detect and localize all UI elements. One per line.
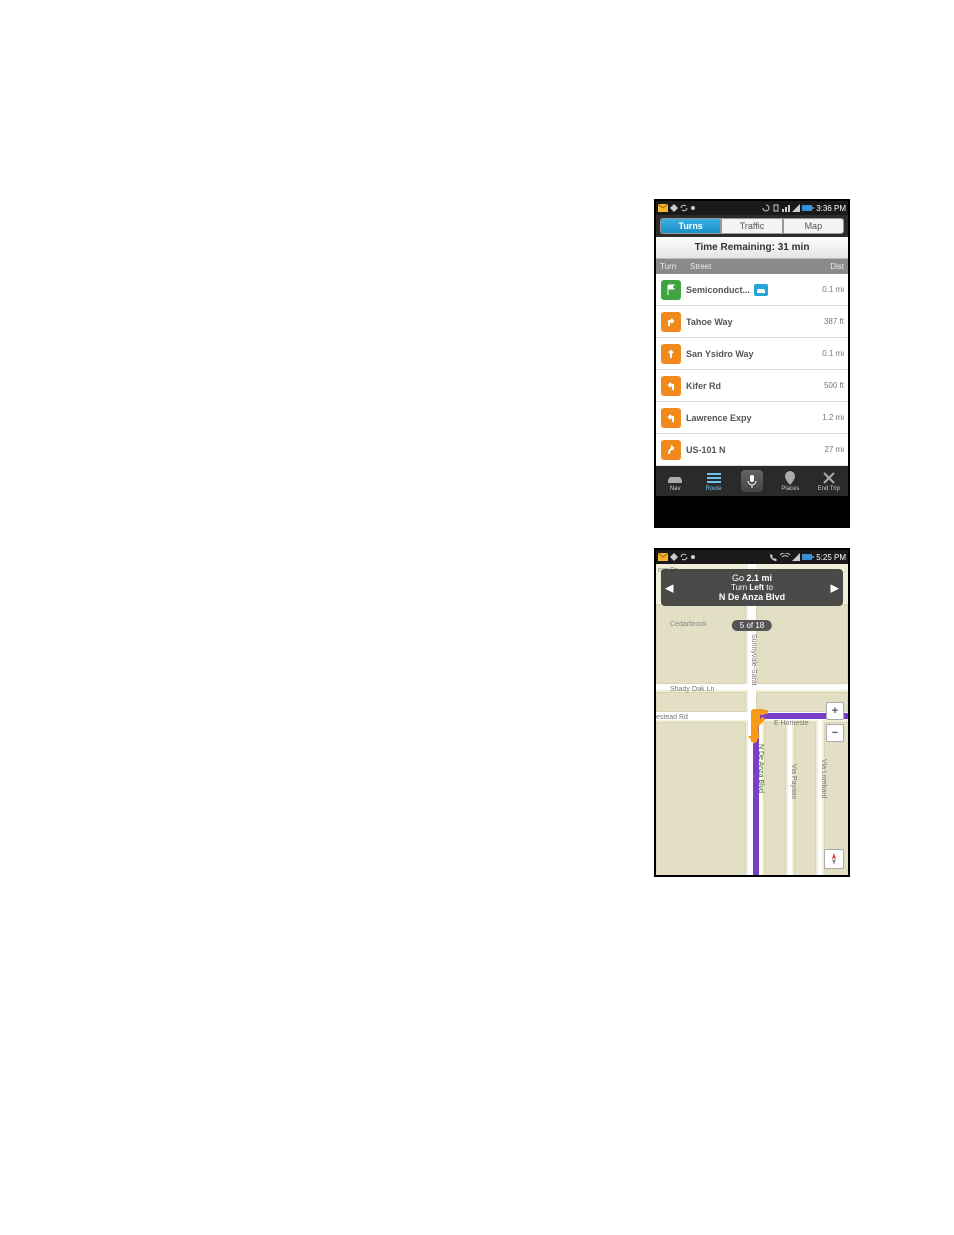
view-tabs: Turns Traffic Map bbox=[656, 215, 848, 237]
map-label: E Homeste bbox=[774, 720, 809, 727]
map-label: N De Anza Blvd bbox=[757, 744, 764, 793]
tab-traffic[interactable]: Traffic bbox=[721, 218, 782, 234]
voice-button[interactable] bbox=[741, 470, 763, 492]
col-street: Street bbox=[690, 262, 810, 271]
turn-street: Semiconduct... bbox=[686, 285, 750, 295]
straight-icon bbox=[661, 344, 681, 364]
map-block bbox=[656, 692, 746, 712]
map-label: Cedarbrook bbox=[670, 621, 707, 628]
instruction-line2: Turn Left to bbox=[677, 583, 827, 592]
turn-row[interactable]: US-101 N 27 mi bbox=[656, 434, 848, 466]
battery-icon bbox=[802, 204, 814, 212]
vibrate-icon bbox=[772, 204, 780, 212]
col-dist: Dist bbox=[810, 262, 844, 271]
turn-arrow-icon bbox=[746, 706, 768, 746]
route-button[interactable]: Route bbox=[705, 471, 723, 492]
col-turn: Turn bbox=[660, 262, 690, 271]
map-label: Via Lombard bbox=[820, 759, 827, 799]
turn-street: San Ysidro Way bbox=[686, 349, 754, 359]
close-icon bbox=[820, 471, 838, 485]
diamond-icon bbox=[670, 204, 678, 212]
map-block bbox=[794, 722, 816, 875]
turn-dist: 1.2 mi bbox=[810, 413, 844, 422]
mic-icon bbox=[741, 470, 763, 492]
sync-icon bbox=[680, 553, 688, 561]
car-icon bbox=[666, 471, 684, 485]
tab-turns[interactable]: Turns bbox=[660, 218, 721, 234]
map-label: Shady Oak Ln bbox=[670, 686, 714, 693]
car-icon bbox=[754, 284, 768, 296]
bear-right-icon bbox=[661, 440, 681, 460]
turn-dist: 0.1 mi bbox=[810, 285, 844, 294]
instruction-line3: N De Anza Blvd bbox=[677, 592, 827, 602]
map-block bbox=[756, 604, 848, 684]
places-label: Places bbox=[781, 486, 799, 492]
signal-icon bbox=[792, 204, 800, 212]
turn-street: Tahoe Way bbox=[686, 317, 733, 327]
compass-icon bbox=[827, 852, 841, 866]
turn-instruction-card[interactable]: ◀ ▶ Go 2.1 mi Turn Left to N De Anza Blv… bbox=[661, 569, 843, 606]
turn-dist: 500 ft bbox=[810, 381, 844, 390]
map-label: estead Rd bbox=[656, 714, 688, 721]
status-bar: 5:25 PM bbox=[656, 550, 848, 564]
compass-button[interactable] bbox=[824, 849, 844, 869]
status-bar: 3:36 PM bbox=[656, 201, 848, 215]
map-block bbox=[656, 722, 746, 875]
mail-icon bbox=[658, 204, 668, 212]
end-label: End Trip bbox=[818, 486, 840, 492]
map-canvas[interactable]: ner Dr Shady Oak Ln estead Rd E Homeste … bbox=[656, 564, 848, 875]
sync-icon bbox=[680, 204, 688, 212]
turn-dist: 387 ft bbox=[810, 317, 844, 326]
turn-list: Semiconduct... 0.1 mi Tahoe Way 387 ft S… bbox=[656, 274, 848, 466]
dot-icon bbox=[690, 554, 696, 560]
turn-street: Kifer Rd bbox=[686, 381, 721, 391]
status-time: 5:25 PM bbox=[816, 553, 846, 562]
route-label: Route bbox=[706, 486, 722, 492]
signal-icon bbox=[792, 553, 800, 561]
next-step-button[interactable]: ▶ bbox=[831, 581, 839, 594]
time-remaining-bar: Time Remaining: 31 min bbox=[656, 237, 848, 259]
turn-street: Lawrence Expy bbox=[686, 413, 752, 423]
diamond-icon bbox=[670, 553, 678, 561]
turn-row[interactable]: Tahoe Way 387 ft bbox=[656, 306, 848, 338]
end-trip-button[interactable]: End Trip bbox=[818, 471, 840, 492]
places-button[interactable]: Places bbox=[781, 471, 799, 492]
turn-row[interactable]: Semiconduct... 0.1 mi bbox=[656, 274, 848, 306]
nav-label: Nav bbox=[670, 486, 681, 492]
network-icon bbox=[782, 204, 790, 212]
screenshot-turns-list: 3:36 PM Turns Traffic Map Time Remaining… bbox=[654, 199, 850, 528]
prev-step-button[interactable]: ◀ bbox=[665, 581, 673, 594]
map-label: Sunnyvale-Sarat bbox=[750, 634, 757, 686]
map-block bbox=[656, 604, 746, 684]
dot-icon bbox=[690, 205, 696, 211]
turn-street: US-101 N bbox=[686, 445, 726, 455]
screenshot-map-view: 5:25 PM ner Dr bbox=[654, 548, 850, 877]
tab-map[interactable]: Map bbox=[783, 218, 844, 234]
turn-row[interactable]: San Ysidro Way 0.1 mi bbox=[656, 338, 848, 370]
step-counter-badge: 5 of 18 bbox=[732, 620, 772, 631]
nav-button[interactable]: Nav bbox=[666, 471, 684, 492]
list-icon bbox=[705, 471, 723, 485]
turn-right-icon bbox=[661, 312, 681, 332]
turn-dist: 0.1 mi bbox=[810, 349, 844, 358]
bottom-nav: Nav Route Places End Trip bbox=[656, 466, 848, 496]
refresh-icon bbox=[762, 204, 770, 212]
turn-dist: 27 mi bbox=[810, 445, 844, 454]
mail-icon bbox=[658, 553, 668, 561]
flag-icon bbox=[661, 280, 681, 300]
turn-left-icon bbox=[661, 376, 681, 396]
battery-icon bbox=[802, 553, 814, 561]
map-label: Via Payaso bbox=[790, 764, 797, 799]
turn-list-header: Turn Street Dist bbox=[656, 259, 848, 274]
zoom-in-button[interactable]: + bbox=[826, 702, 844, 720]
pin-icon bbox=[781, 471, 799, 485]
wifi-icon bbox=[780, 553, 790, 561]
turn-row[interactable]: Kifer Rd 500 ft bbox=[656, 370, 848, 402]
instruction-line1: Go 2.1 mi bbox=[677, 573, 827, 583]
turn-row[interactable]: Lawrence Expy 1.2 mi bbox=[656, 402, 848, 434]
phone-icon bbox=[770, 553, 778, 561]
turn-left-icon bbox=[661, 408, 681, 428]
status-time: 3:36 PM bbox=[816, 204, 846, 213]
zoom-out-button[interactable]: − bbox=[826, 724, 844, 742]
